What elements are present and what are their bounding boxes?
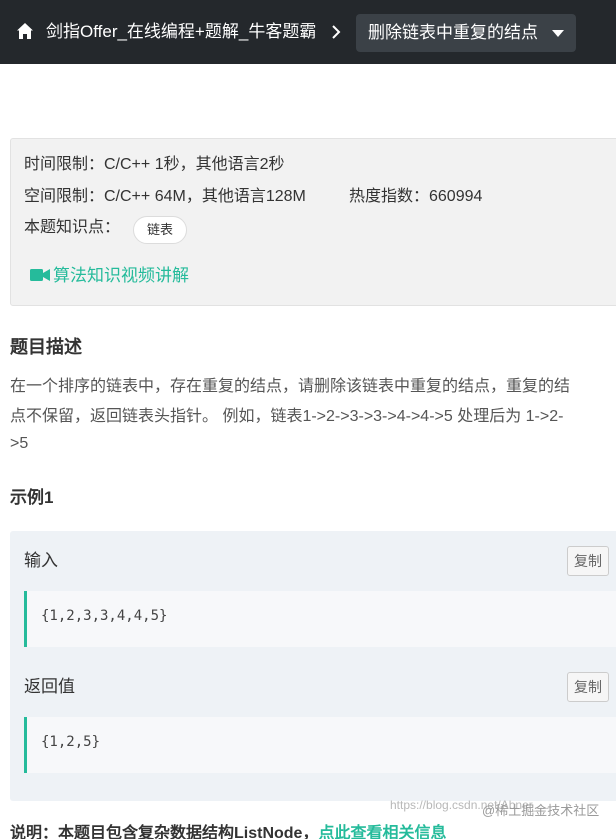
video-link-label: 算法知识视频讲解	[53, 266, 189, 285]
video-camera-icon	[30, 269, 50, 281]
note-line: 说明：本题目包含复杂数据结构ListNode，点此查看相关信息	[10, 823, 446, 839]
caret-down-icon	[552, 30, 564, 37]
knowledge-label: 本题知识点：	[24, 219, 121, 236]
input-code-block: {1,2,3,3,4,4,5}	[24, 591, 616, 647]
problem-info-box: 时间限制：C/C++ 1秒，其他语言2秒 空间限制：C/C++ 64M，其他语言…	[10, 138, 616, 306]
space-limit: 空间限制：C/C++ 64M，其他语言128M	[24, 188, 306, 205]
copy-input-button[interactable]: 复制	[567, 546, 609, 576]
note-info-link[interactable]: 点此查看相关信息	[318, 825, 446, 839]
home-icon[interactable]	[16, 22, 34, 40]
example-box: 输入 复制 {1,2,3,3,4,4,5} 返回值 复制 {1,2,5}	[10, 531, 616, 801]
output-code-block: {1,2,5}	[24, 717, 616, 773]
copy-output-button[interactable]: 复制	[567, 672, 609, 702]
heat-index: 热度指数：660994	[349, 188, 483, 205]
knowledge-tag[interactable]: 链表	[133, 216, 188, 244]
input-value: {1,2,3,3,4,4,5}	[41, 608, 168, 624]
output-value: {1,2,5}	[41, 734, 101, 750]
output-label: 返回值	[24, 677, 75, 696]
description-line-3: >5	[10, 435, 29, 452]
watermark-brand: @稀土掘金技术社区	[482, 803, 600, 818]
top-nav-bar: 剑指Offer_在线编程+题解_牛客题霸 删除链表中重复的结点	[0, 0, 616, 64]
description-line-1: 在一个排序的链表中，存在重复的结点，请删除该链表中重复的结点，重复的结	[10, 378, 571, 395]
time-limit: 时间限制：C/C++ 1秒，其他语言2秒	[24, 156, 285, 173]
problem-dropdown[interactable]: 删除链表中重复的结点	[356, 14, 576, 52]
current-problem-title: 删除链表中重复的结点	[368, 23, 538, 42]
input-label: 输入	[24, 551, 58, 570]
breadcrumb-link[interactable]: 剑指Offer_在线编程+题解_牛客题霸	[46, 20, 316, 44]
note-prefix: 说明：本题目包含复杂数据结构ListNode，	[10, 825, 319, 839]
chevron-right-icon	[332, 25, 341, 39]
description-line-2: 点不保留，返回链表头指针。 例如，链表1->2->3->3->4->4->5 处…	[10, 408, 564, 425]
description-title: 题目描述	[10, 337, 82, 357]
example-title: 示例1	[10, 488, 54, 507]
